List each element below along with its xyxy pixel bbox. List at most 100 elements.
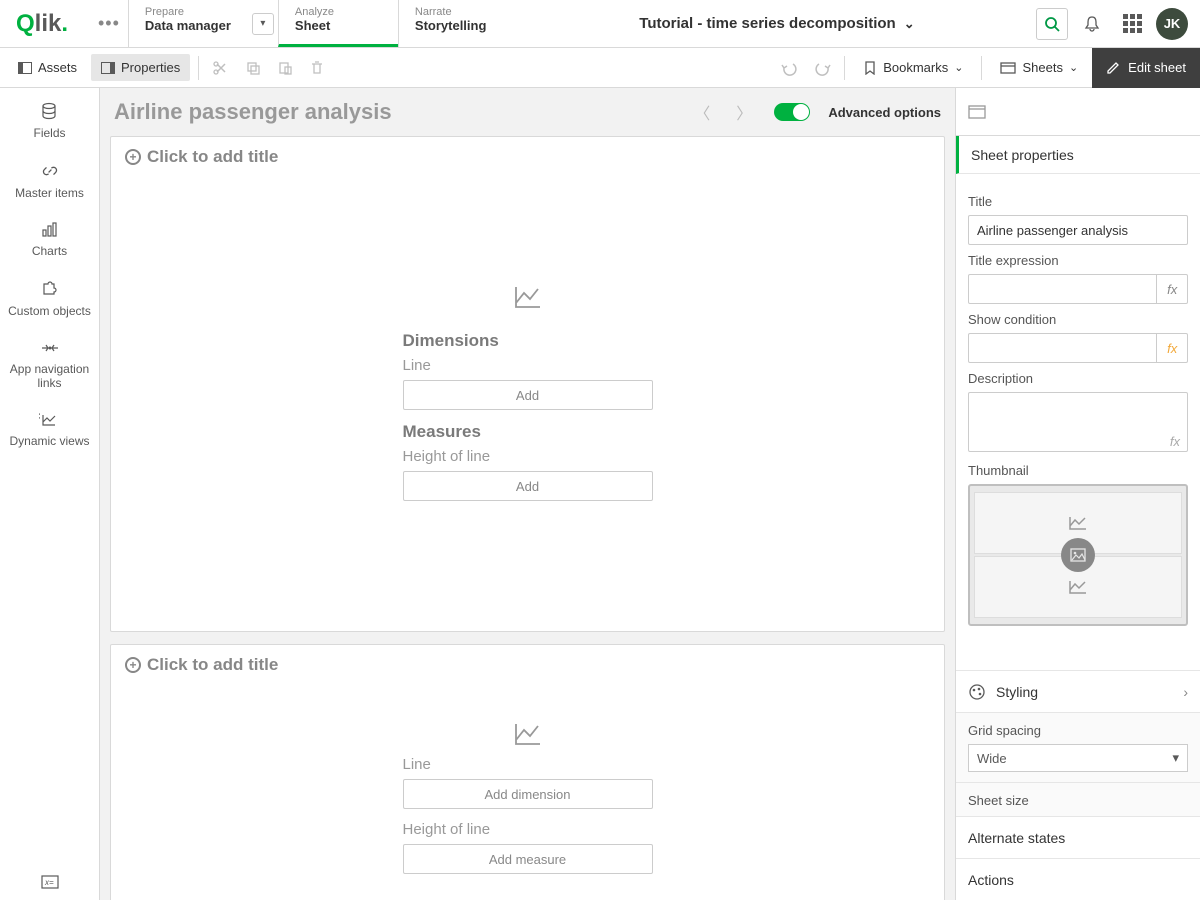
app-title[interactable]: Tutorial - time series decomposition ⌄ [518, 0, 1036, 47]
properties-toggle[interactable]: Properties [91, 54, 190, 81]
right-panel: Sheet properties Title Title expression … [955, 88, 1200, 900]
rail-label: Dynamic views [9, 434, 89, 448]
user-avatar[interactable]: JK [1156, 8, 1188, 40]
advanced-toggle[interactable] [774, 103, 810, 121]
trash-icon [309, 60, 325, 76]
fx-button[interactable]: fx [1157, 274, 1188, 304]
search-icon [1044, 16, 1060, 32]
grid-spacing-select[interactable]: Wide ▾ [968, 744, 1188, 772]
rail-master-items[interactable]: Master items [9, 162, 90, 200]
rail-variables[interactable]: x= [34, 874, 66, 890]
bookmarks-button[interactable]: Bookmarks ⌄ [853, 54, 973, 81]
toolbar: Assets Properties Bookmarks ⌄ Sheets ⌄ E… [0, 48, 1200, 88]
redo-button[interactable] [808, 54, 836, 82]
rail-fields[interactable]: Fields [27, 102, 71, 140]
paste-button[interactable] [271, 54, 299, 82]
dimension-label: Line [403, 357, 653, 374]
link-icon [41, 162, 59, 180]
cut-button[interactable] [207, 54, 235, 82]
chevron-down-icon: ⌄ [954, 61, 963, 74]
show-condition-input[interactable] [968, 333, 1157, 363]
properties-body: Title Title expression fx Show condition… [956, 174, 1200, 670]
title-input[interactable] [968, 215, 1188, 245]
grid-spacing-section: Grid spacing Wide ▾ [956, 712, 1200, 782]
chevron-down-icon: ⌄ [904, 16, 915, 32]
notifications-button[interactable] [1076, 8, 1108, 40]
actions-label: Actions [968, 872, 1014, 888]
select-value: Wide [977, 751, 1007, 766]
fx-button[interactable]: fx [1157, 333, 1188, 363]
sheet-icon-bar [956, 88, 1200, 136]
add-title-text: Click to add title [147, 147, 278, 167]
main-area: Fields Master items Charts Custom object… [0, 88, 1200, 900]
add-measure-button[interactable]: Add measure [403, 844, 653, 874]
nav-tab-narrate[interactable]: Narrate Storytelling [398, 0, 518, 47]
add-title-text: Click to add title [147, 655, 278, 675]
left-rail: Fields Master items Charts Custom object… [0, 88, 100, 900]
rail-label: App navigation links [6, 362, 93, 390]
rail-label: Master items [15, 186, 84, 200]
dynamic-icon [39, 412, 59, 428]
rail-label: Fields [33, 126, 65, 140]
nav-icon [40, 340, 60, 356]
image-picker-button[interactable] [1061, 538, 1095, 572]
edit-sheet-button[interactable]: Edit sheet [1092, 48, 1200, 88]
title-expression-input[interactable] [968, 274, 1157, 304]
nav-tab-prepare[interactable]: Prepare Data manager ▾ [128, 0, 278, 47]
next-sheet-button[interactable]: 〉 [732, 96, 756, 128]
delete-button[interactable] [303, 54, 331, 82]
assets-toggle[interactable]: Assets [8, 54, 87, 81]
plus-icon: + [125, 657, 141, 673]
sheets-label: Sheets [1022, 60, 1062, 75]
image-icon [1070, 548, 1086, 562]
fx-button[interactable]: fx [1170, 434, 1180, 449]
title-expression-label: Title expression [968, 253, 1188, 268]
viz-card[interactable]: + Click to add title Dimensions Line Add… [110, 136, 945, 632]
add-dimension-button[interactable]: Add [403, 380, 653, 410]
viz-card[interactable]: + Click to add title Line Add dimension … [110, 644, 945, 900]
panel-left-icon [18, 62, 32, 74]
nav-tab-main: Storytelling [415, 18, 502, 43]
canvas-header: Airline passenger analysis 〈 〉 Advanced … [100, 88, 955, 136]
description-input[interactable] [968, 392, 1188, 452]
database-icon [40, 102, 58, 120]
sheet-properties-tab[interactable]: Sheet properties [956, 136, 1200, 174]
alternate-states-accordion[interactable]: Alternate states [956, 816, 1200, 858]
measure-label: Height of line [403, 448, 653, 465]
actions-accordion[interactable]: Actions [956, 858, 1200, 900]
sheet-size-label: Sheet size [968, 793, 1188, 808]
viz-title-placeholder[interactable]: + Click to add title [125, 655, 930, 675]
styling-accordion[interactable]: Styling › [956, 670, 1200, 712]
copy-button[interactable] [239, 54, 267, 82]
svg-text:x=: x= [44, 878, 54, 887]
nav-tabs: Prepare Data manager ▾ Analyze Sheet Nar… [128, 0, 518, 47]
nav-tab-main: Data manager [145, 18, 262, 43]
nav-tab-super: Narrate [415, 6, 502, 18]
viz-title-placeholder[interactable]: + Click to add title [125, 147, 930, 167]
rail-nav-links[interactable]: App navigation links [0, 340, 99, 390]
prev-sheet-button[interactable]: 〈 [690, 96, 714, 128]
puzzle-icon [40, 280, 58, 298]
search-button[interactable] [1036, 8, 1068, 40]
rail-custom-objects[interactable]: Custom objects [2, 280, 97, 318]
more-icon[interactable]: ••• [90, 0, 128, 47]
line-chart-icon [514, 722, 542, 746]
nav-tab-analyze[interactable]: Analyze Sheet [278, 0, 398, 47]
app-logo[interactable]: Qlik. [0, 0, 90, 47]
sheet-title[interactable]: Airline passenger analysis [114, 99, 392, 125]
undo-button[interactable] [776, 54, 804, 82]
grid-icon [1123, 14, 1142, 33]
line-chart-icon [514, 285, 542, 309]
sheets-button[interactable]: Sheets ⌄ [990, 54, 1088, 81]
viz-config: Dimensions Line Add Measures Height of l… [125, 167, 930, 619]
app-launcher-button[interactable] [1116, 8, 1148, 40]
add-dimension-button[interactable]: Add dimension [403, 779, 653, 809]
add-measure-button[interactable]: Add [403, 471, 653, 501]
separator [981, 56, 982, 80]
thumbnail-preview[interactable] [968, 484, 1188, 626]
palette-icon [968, 683, 986, 701]
tab-label: Sheet properties [971, 147, 1074, 163]
rail-charts[interactable]: Charts [26, 222, 73, 258]
rail-dynamic-views[interactable]: Dynamic views [3, 412, 95, 448]
chevron-down-icon[interactable]: ▾ [252, 13, 274, 35]
